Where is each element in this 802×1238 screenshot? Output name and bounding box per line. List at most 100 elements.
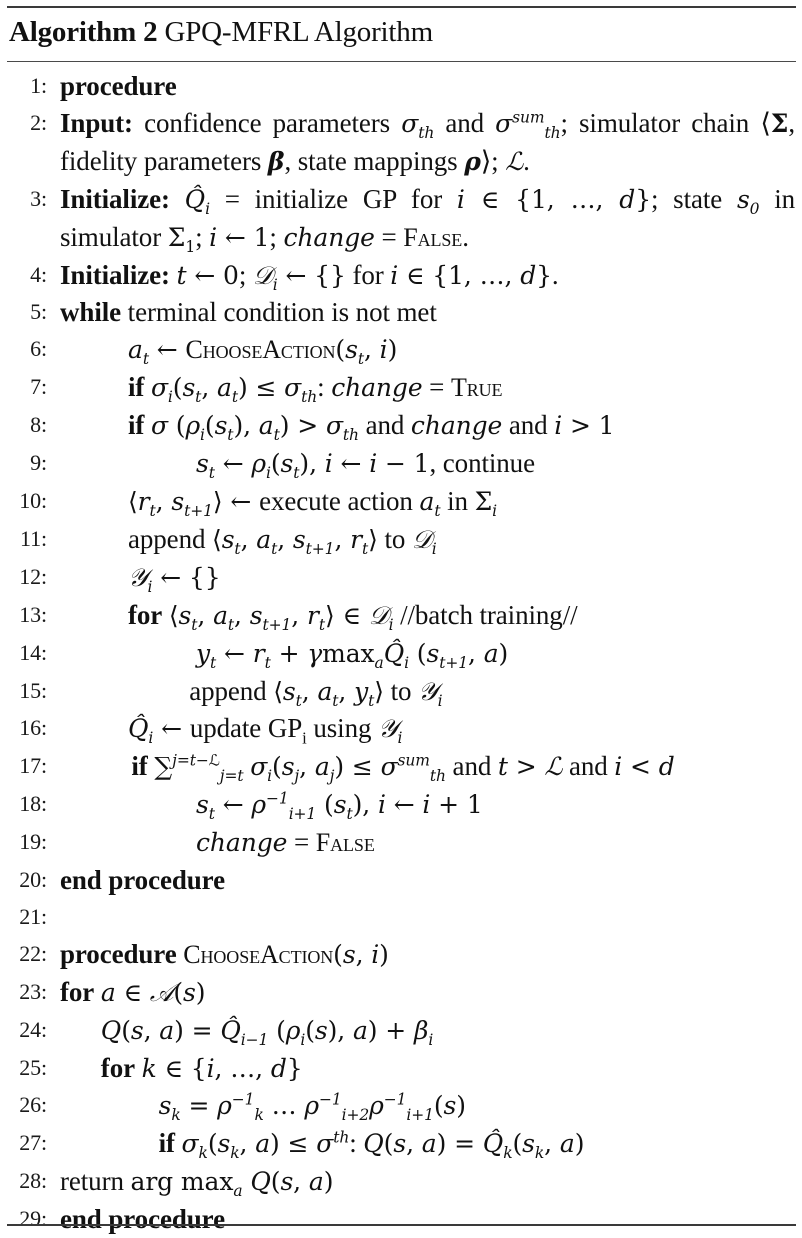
text: return <box>60 1166 131 1197</box>
math: Q <box>100 1015 122 1045</box>
math: , <box>299 752 315 782</box>
math: Σi <box>474 486 498 520</box>
math: , <box>239 1129 256 1159</box>
math: 𝒴i <box>378 714 403 748</box>
math: Σ1 <box>167 222 196 256</box>
math: ( <box>408 638 427 668</box>
math: ⟨ <box>128 486 138 516</box>
math: + <box>270 638 308 668</box>
line-number: 27: <box>19 1130 47 1156</box>
line-content: Input: confidence parameters σth and σsu… <box>60 105 795 181</box>
math: yt <box>354 676 375 710</box>
algorithm-line: 2: Input: confidence parameters σth and σ… <box>7 105 796 181</box>
math: , <box>197 600 214 630</box>
math: ) <box>574 1129 585 1159</box>
line-content: yt ← rt + γmaxaQ̂i (st+1, a) <box>196 635 508 673</box>
line-content: for ⟨st, at, st+1, rt⟩ ∈ 𝒟i //batch trai… <box>128 597 578 635</box>
math: st <box>178 600 198 634</box>
math: ∈ {1, …, <box>398 260 521 290</box>
text: using <box>306 713 379 744</box>
math: change <box>283 222 375 252</box>
math: at <box>317 676 339 710</box>
math: st <box>182 373 202 407</box>
keyword: Initialize: <box>60 183 170 214</box>
text: . <box>523 145 530 176</box>
small-caps-text: False <box>315 828 375 858</box>
math: yt <box>196 638 217 672</box>
text: . <box>551 259 559 290</box>
line-number: 3: <box>30 185 47 211</box>
bottom-rule <box>7 1224 796 1226</box>
line-content: Q(s, a) = Q̂i−1 (ρi(s), a) + βi <box>100 1012 434 1050</box>
math: ) <box>456 1091 466 1121</box>
math: ρi <box>251 449 271 483</box>
math: } <box>635 184 651 214</box>
algorithm-line: 11: append ⟨st, at, st+1, rt⟩ to 𝒟i <box>7 521 796 559</box>
math: , <box>301 676 318 706</box>
math: t <box>497 752 508 782</box>
math: ), <box>352 790 378 820</box>
math: st <box>345 335 364 369</box>
keyword: end procedure <box>60 1204 225 1235</box>
line-number: 14: <box>19 639 47 665</box>
keyword: for <box>100 1052 135 1083</box>
math: s <box>314 1015 328 1045</box>
text: append <box>189 675 274 706</box>
math: i <box>390 260 399 290</box>
text: update GP <box>189 713 303 744</box>
line-number: 6: <box>30 336 47 362</box>
math: , <box>234 600 250 630</box>
algorithm-line: 20: end procedure <box>7 862 796 899</box>
math: st <box>333 790 353 824</box>
math: σi <box>250 752 273 786</box>
math: ( <box>270 1167 281 1197</box>
math: i <box>369 449 378 479</box>
math: maxa <box>322 638 384 672</box>
math: γ <box>307 638 323 668</box>
math: ℒ <box>505 146 524 176</box>
math: at <box>419 486 441 520</box>
line-number: 4: <box>30 261 47 287</box>
line-number: 19: <box>19 829 47 855</box>
math: at <box>213 600 235 634</box>
math: d <box>520 260 537 290</box>
line-content: if ∑j=t−ℒj=t σi(sj, aj) ≤ σsumth and t >… <box>131 748 674 786</box>
line-number: 5: <box>30 299 47 325</box>
math: i <box>324 449 333 479</box>
math: ∈ {1, …, <box>464 184 620 214</box>
math: ρi <box>185 411 205 445</box>
keyword: while <box>60 297 122 328</box>
math: st+1 <box>426 638 468 672</box>
text: append <box>128 523 213 554</box>
algorithm-line: 3: Initialize: Q̂i = initialize GP for i … <box>7 181 796 257</box>
math: d <box>619 184 636 214</box>
math: rt <box>306 600 325 634</box>
algorithm-line: 7: if σi(st, at) ≤ σth: change = True <box>7 369 796 407</box>
line-number: 26: <box>19 1092 47 1118</box>
math: d <box>658 752 675 782</box>
algorithm-label: Algorithm 2 <box>9 16 158 48</box>
math: st+1 <box>292 524 335 558</box>
algorithm-line: 12: 𝒴i ← {} <box>7 559 796 597</box>
keyword: if <box>128 372 145 403</box>
text: execute action <box>259 485 420 516</box>
algorithm-line: 8: if σ (ρi(st), at) > σth and change and… <box>7 407 796 445</box>
text: ; <box>195 221 210 252</box>
keyword: for <box>128 599 163 630</box>
line-content: procedure <box>60 68 177 105</box>
line-content: ⟨rt, st+1⟩ ← execute action at in Σi <box>128 483 497 521</box>
math: a <box>559 1129 575 1159</box>
math: ( <box>335 335 346 365</box>
math: ( <box>172 373 183 403</box>
text: ; state <box>651 183 737 214</box>
line-content: st ← ρ−1i+1 (st), i ← i + 1 <box>196 786 483 824</box>
math: at <box>217 373 238 407</box>
math: β <box>267 146 285 176</box>
math: a <box>352 1015 368 1045</box>
math: sk <box>217 1129 240 1163</box>
math: ( <box>383 1129 394 1159</box>
math: ⟨ <box>212 524 222 554</box>
algorithm-line: 5: while terminal condition is not met <box>7 294 796 331</box>
math: ⟩ <box>368 524 378 554</box>
line-content: Initialize: Q̂i = initialize GP for i ∈ … <box>60 181 795 257</box>
